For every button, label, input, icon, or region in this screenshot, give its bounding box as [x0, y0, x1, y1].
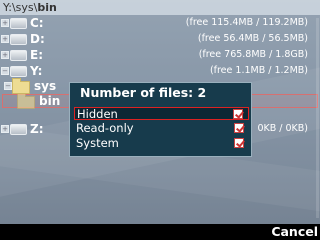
checkbox-checked-icon[interactable] — [234, 123, 244, 133]
softkey-bar: Cancel — [0, 224, 320, 240]
dialog-title: Number of files: 2 — [80, 85, 207, 100]
path-bar: Y:\sys\bin — [0, 0, 320, 15]
option-read-only[interactable]: Read-only — [74, 122, 249, 135]
path-current: bin — [37, 1, 57, 14]
option-label: System — [76, 136, 119, 150]
option-label: Read-only — [76, 121, 134, 135]
file-manager-screen: Y:\sys\bin + C: (free 115.4MB / 119.2MB)… — [0, 0, 320, 240]
option-label: Hidden — [77, 107, 118, 121]
file-attributes-dialog: Number of files: 2 Hidden Read-only Syst… — [69, 82, 252, 157]
option-hidden[interactable]: Hidden — [74, 107, 249, 121]
option-system[interactable]: System — [74, 137, 249, 150]
path-prefix: Y:\sys\ — [3, 1, 38, 14]
checkbox-checked-icon[interactable] — [234, 138, 244, 148]
cancel-softkey[interactable]: Cancel — [271, 224, 318, 240]
checkbox-checked-icon[interactable] — [233, 109, 243, 119]
